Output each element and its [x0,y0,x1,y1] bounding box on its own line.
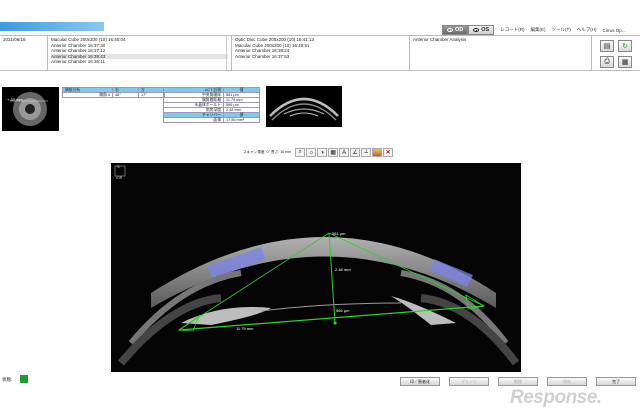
oct-main-image[interactable]: S IOR 581 μm 2.48 mm 566 μm 11.79 mm [111,163,521,372]
menu-user[interactable]: Cirrus Op... [602,28,625,33]
acd-label: 2.48 mm [335,267,351,272]
grid-toggle-icon[interactable]: ▦ [328,148,339,157]
orientation-bottom-label: IOR [116,176,123,180]
scan-list-left: Macular Cube 200x200 (10) 16:40:04 Anter… [48,36,232,70]
delete-icon[interactable]: ✕ [383,148,394,157]
eye-icon [447,28,453,32]
eye-od-label: OD [455,27,464,33]
annotate-icon[interactable]: A [339,148,350,157]
eye-os-toggle[interactable]: OS [468,25,495,35]
status-label: 状態: [2,377,13,382]
menu-help[interactable]: ヘルプ(H) [577,27,597,33]
table-cell: 17.56 mm² [223,117,260,123]
accent-strip [0,22,104,31]
done-button[interactable]: 完了 [596,377,636,386]
contrast-icon[interactable]: ◑ [317,148,328,157]
date-column: 2021/06/18 [0,36,48,70]
orientation-top-label: S [117,164,120,169]
table-cell: 面積 [163,117,224,123]
eye-icon [473,28,480,32]
ata-label: 11.79 mm [236,326,254,331]
menu-tools[interactable]: ツール(T) [551,27,570,33]
scrollbar[interactable] [226,36,232,70]
save-button[interactable]: 保存 [547,377,587,386]
angle-table: 隅角分析 右 左 隅角 II 48° 17° [62,87,165,98]
exam-list-panel: 2021/06/18 Macular Cube 200x200 (10) 16:… [0,35,640,71]
brightness-icon[interactable]: ☼ [306,148,317,157]
list-item[interactable]: Anterior Chamber 16:36:11 [51,59,228,65]
watermark-logo: Response. [510,387,602,408]
color-bar-icon[interactable] [372,148,383,157]
export-button[interactable]: 印／患者化 [400,377,440,386]
oct-thumbnail [266,86,342,127]
list-item[interactable]: Anterior Chamber 16:37:53 [235,54,406,60]
menu-record[interactable]: レコード(R) [500,27,524,33]
table-cell: 48° [112,92,139,98]
table-cell: 17° [138,92,165,98]
grid-icon[interactable]: ▦ [618,56,632,68]
scan-list-right: Optic Disc Cube 200x200 (10) 16:41:13 Ma… [232,36,410,70]
scan-info: スキャン角度: 0° 長さ: 16 mm [243,150,292,154]
print-button[interactable]: プリント [449,377,489,386]
side-buttons: ▤ ↻ ⎙ ▦ [592,36,640,70]
refresh-icon[interactable]: ↻ [618,40,632,52]
caliper-icon[interactable]: ⟂ [361,148,372,157]
document-icon[interactable]: ▤ [600,40,614,52]
cct-label: 581 μm [332,231,346,236]
menu-edit[interactable]: 編集(E) [530,27,545,33]
lens-vault-label: 566 μm [336,308,350,313]
analysis-list: Anterior Chamber Analysis [410,36,592,70]
exam-date[interactable]: 2021/06/18 [3,37,44,43]
zoom-icon[interactable]: ⌕ [295,148,306,157]
printer-icon[interactable]: ⎙ [600,56,614,68]
measurement-table: ACT 計測 値 中央角膜厚 581 μm 隅角間距離 11.79 mm 水晶体ボー… [163,87,260,123]
eye-od-toggle[interactable]: OD [442,25,469,35]
iris-image: +-55 mm [2,87,59,131]
thumb-scale-label: +-55 mm [7,97,23,102]
image-tools: スキャン角度: 0° 長さ: 16 mm ⌕ ☼ ◑ ▦ A ∠ ⟂ ✕ [243,148,394,157]
eye-os-label: OS [481,27,490,33]
delete-button[interactable]: 削除 [498,377,538,386]
status-indicator [20,375,28,383]
angle-icon[interactable]: ∠ [350,148,361,157]
table-cell: 隅角 II [62,92,113,98]
list-item[interactable]: Anterior Chamber Analysis [413,37,588,43]
